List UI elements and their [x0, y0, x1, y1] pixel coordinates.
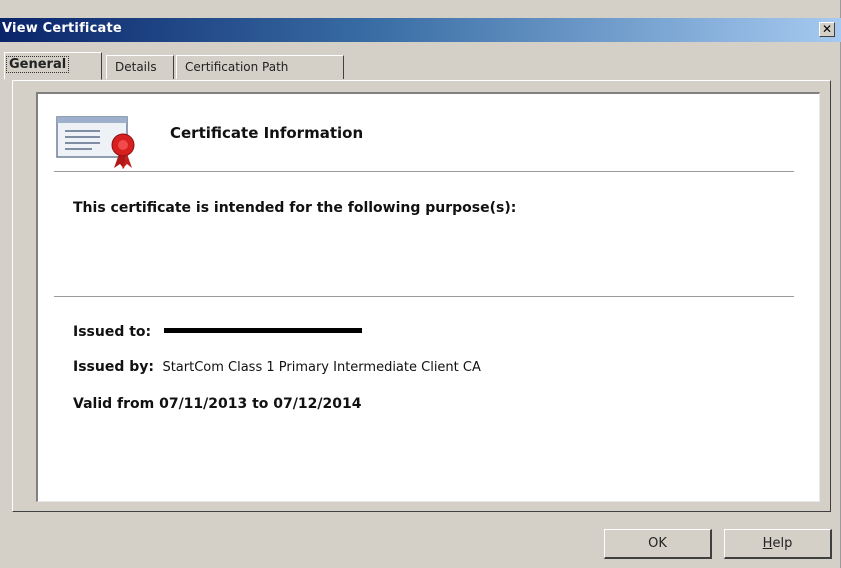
- title-bar[interactable]: View Certificate ✕: [0, 18, 841, 42]
- help-button-label: elp: [772, 536, 793, 551]
- tab-details-label: Details: [115, 60, 157, 74]
- divider: [54, 171, 794, 172]
- help-button-accesskey: H: [762, 536, 773, 551]
- ok-button[interactable]: OK: [604, 529, 712, 559]
- tab-details[interactable]: Details: [106, 55, 174, 79]
- tab-general[interactable]: General: [4, 52, 102, 80]
- tab-certification-path-label: Certification Path: [185, 60, 289, 74]
- close-button[interactable]: ✕: [819, 22, 835, 37]
- issued-by-label: Issued by:: [73, 359, 154, 375]
- issued-to-row: Issued to:: [73, 324, 362, 340]
- section-title: Certificate Information: [170, 124, 364, 142]
- window-title: View Certificate: [2, 21, 122, 36]
- close-icon: ✕: [821, 22, 833, 36]
- issued-to-label: Issued to:: [73, 324, 152, 340]
- ok-button-label: OK: [648, 536, 667, 551]
- tab-general-label: General: [5, 56, 70, 73]
- redacted-value: [163, 327, 362, 333]
- divider: [54, 296, 794, 297]
- issued-by-row: Issued by: StartCom Class 1 Primary Inte…: [73, 359, 481, 375]
- validity-text: Valid from 07/11/2013 to 07/12/2014: [73, 396, 362, 412]
- purpose-heading: This certificate is intended for the fol…: [73, 200, 517, 216]
- issued-by-value: StartCom Class 1 Primary Intermediate Cl…: [162, 360, 481, 375]
- tab-certification-path[interactable]: Certification Path: [176, 55, 344, 79]
- certificate-dialog: View Certificate ✕ General Details Certi…: [0, 0, 841, 568]
- tab-strip: General Details Certification Path: [0, 52, 841, 80]
- certificate-info-panel: [36, 92, 820, 502]
- certificate-icon: [56, 116, 135, 169]
- help-button[interactable]: Help: [724, 529, 832, 559]
